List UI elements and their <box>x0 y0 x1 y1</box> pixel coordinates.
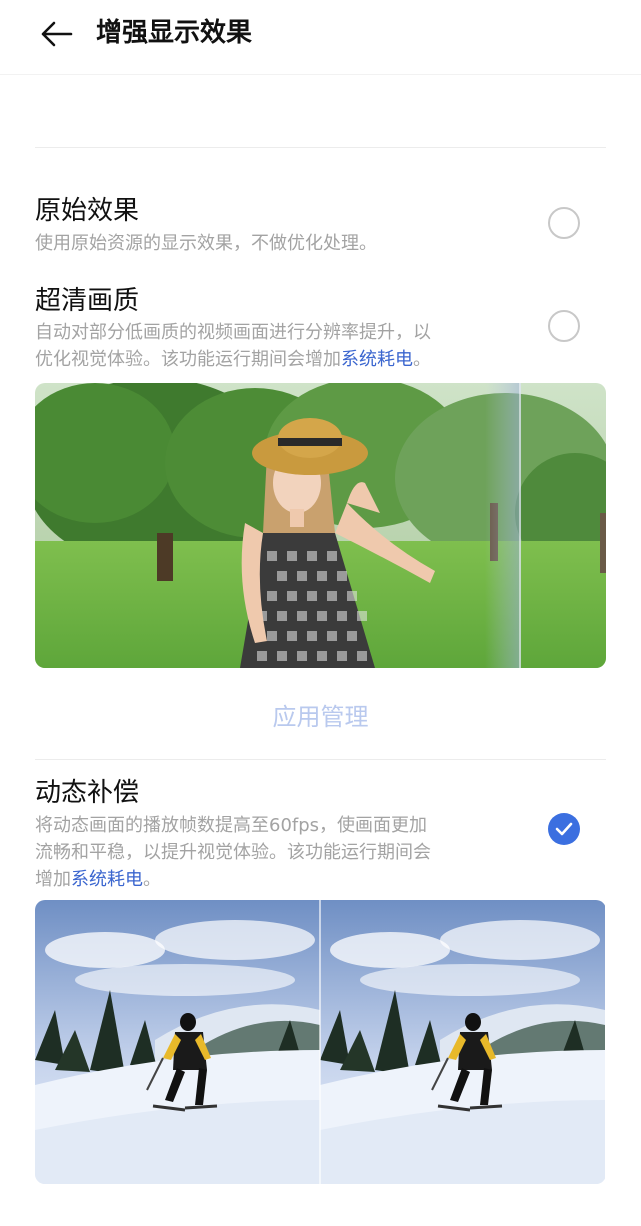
page-title: 增强显示效果 <box>96 18 253 48</box>
motion-compensation-preview-image <box>35 900 606 1184</box>
back-button[interactable] <box>36 14 76 54</box>
radio-super-resolution[interactable] <box>548 310 580 342</box>
app-manage-button[interactable]: 应用管理 <box>0 700 641 734</box>
description-line: 将动态画面的播放帧数提高至60fps，使画面更加 <box>35 815 428 836</box>
option-description: 将动态画面的播放帧数提高至60fps，使画面更加 流畅和平稳，以提升视觉体验。该… <box>35 812 515 893</box>
option-description: 自动对部分低画质的视频画面进行分辨率提升，以 优化视觉体验。该功能运行期间会增加… <box>35 319 515 373</box>
header-bar: 增强显示效果 <box>0 0 641 74</box>
back-arrow-icon <box>41 21 73 47</box>
header-divider <box>0 74 641 75</box>
skier-comparison-illustration <box>35 900 606 1184</box>
checkmark-icon <box>555 822 573 836</box>
description-text: 优化视觉体验。该功能运行期间会增加 <box>35 349 341 370</box>
option-description: 使用原始资源的显示效果，不做优化处理。 <box>35 233 377 254</box>
power-consumption-link[interactable]: 系统耗电 <box>71 869 143 890</box>
description-line: 优化视觉体验。该功能运行期间会增加系统耗电。 <box>35 346 515 373</box>
description-line: 自动对部分低画质的视频画面进行分辨率提升，以 <box>35 322 431 343</box>
description-text: 。 <box>413 349 431 370</box>
description-line: 增加系统耗电。 <box>35 866 515 893</box>
power-consumption-link[interactable]: 系统耗电 <box>341 349 413 370</box>
description-text: 增加 <box>35 869 71 890</box>
section-divider <box>35 759 606 760</box>
option-title: 动态补偿 <box>35 778 140 808</box>
section-divider <box>35 147 606 148</box>
park-scene-illustration <box>35 383 606 668</box>
description-line: 流畅和平稳，以提升视觉体验。该功能运行期间会 <box>35 842 431 863</box>
option-title: 原始效果 <box>35 196 140 226</box>
radio-original[interactable] <box>548 207 580 239</box>
radio-motion-compensation[interactable] <box>548 813 580 845</box>
description-text: 。 <box>143 869 161 890</box>
option-title: 超清画质 <box>35 286 140 316</box>
super-resolution-preview-image <box>35 383 606 668</box>
